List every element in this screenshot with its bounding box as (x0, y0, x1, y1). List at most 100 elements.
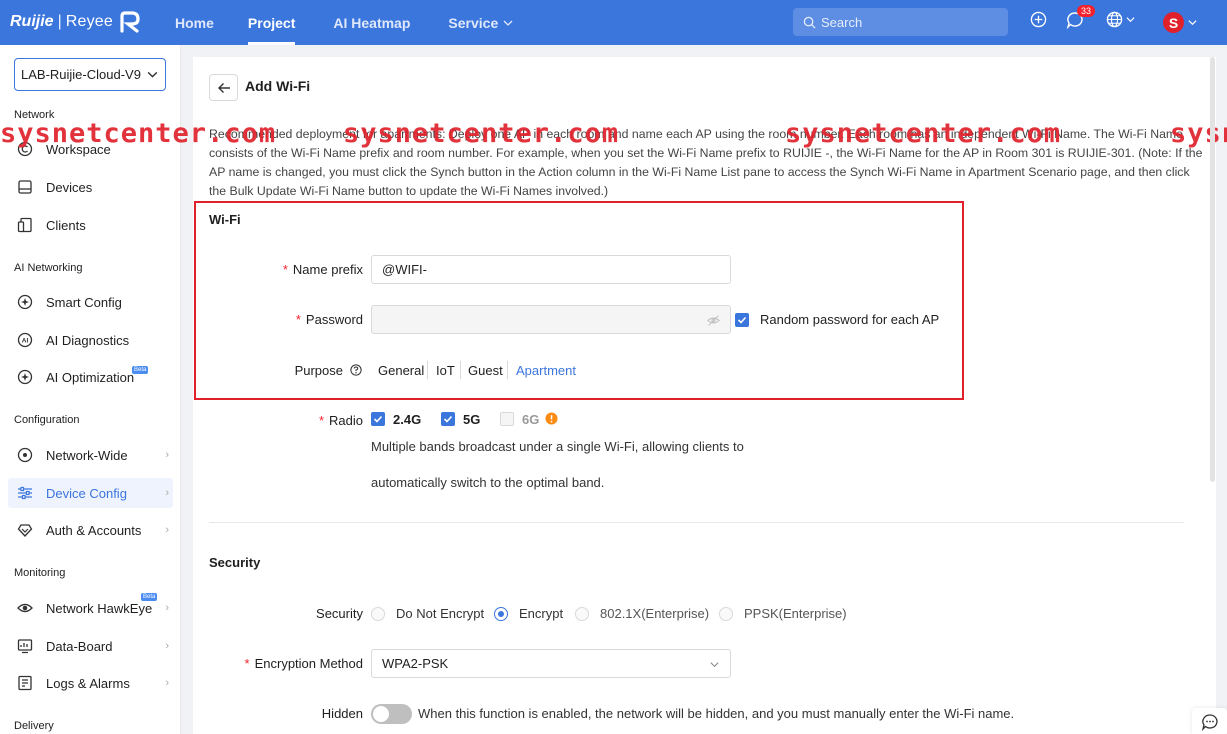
chat-support-icon (1201, 714, 1218, 731)
sidebar-item-auth-accounts[interactable]: Auth & Accounts › (8, 515, 173, 545)
nav-service-label: Service (448, 14, 499, 31)
sidebar-item-label: Devices (46, 179, 93, 195)
reyee-logo-icon (120, 11, 140, 33)
password-label: * Password (295, 312, 363, 327)
project-select[interactable]: LAB-Ruijie-Cloud-V9 (14, 58, 166, 91)
brand-logo[interactable]: Ruijie | Reyee (10, 10, 141, 34)
sidebar-item-network-hawkeye[interactable]: Network HawkEye Beta › (8, 593, 173, 623)
data-board-icon (16, 637, 34, 655)
sidebar-item-devices[interactable]: Devices (8, 172, 173, 202)
wifi-section-title: Wi-Fi (209, 212, 241, 227)
radio-24g-label: 2.4G (393, 412, 422, 427)
chevron-right-icon: › (165, 602, 169, 614)
chevron-right-icon: › (165, 677, 169, 689)
nav-project[interactable]: Project (231, 0, 312, 45)
name-prefix-input[interactable]: @WIFI- (371, 255, 731, 284)
ai-optimization-icon (16, 368, 34, 386)
page-description: Recommended deployment for apartments: D… (209, 127, 1203, 198)
radio-6g-label: 6G (522, 412, 540, 427)
security-8021x-radio[interactable] (575, 607, 589, 621)
main-content: Add Wi-Fi Recommended deployment for apa… (193, 57, 1216, 734)
info-warning-icon[interactable] (545, 412, 558, 425)
chat-support-button[interactable] (1192, 708, 1227, 734)
random-password-checkbox[interactable] (735, 313, 749, 327)
security-encrypt-radio[interactable] (494, 607, 508, 621)
password-input[interactable] (371, 305, 731, 334)
security-no-encrypt-radio[interactable] (371, 607, 385, 621)
chevron-down-icon (147, 71, 158, 78)
sidebar-item-clients[interactable]: Clients (8, 210, 173, 240)
nav-service[interactable]: Service (431, 0, 530, 45)
security-label: Security (316, 606, 363, 621)
sidebar-item-label: Device Config (46, 485, 127, 501)
sidebar-item-label: Network-Wide (46, 447, 128, 463)
chevron-down-icon[interactable] (1188, 18, 1197, 27)
sidebar-item-ai-diagnostics[interactable]: AI AI Diagnostics (8, 325, 173, 355)
beta-badge: Beta (132, 366, 149, 374)
add-circle-icon[interactable] (1030, 11, 1047, 28)
chevron-down-icon (1126, 17, 1135, 23)
sidebar-item-data-board[interactable]: Data-Board › (8, 631, 173, 661)
chevron-right-icon: › (165, 449, 169, 461)
purpose-option-iot[interactable]: IoT (436, 363, 455, 378)
user-avatar[interactable]: S (1163, 12, 1184, 33)
radio-5g-label: 5G (463, 412, 481, 427)
purpose-option-guest[interactable]: Guest (468, 363, 503, 378)
chevron-down-icon (503, 20, 513, 26)
purpose-option-general[interactable]: General (378, 363, 424, 378)
hidden-hint: When this function is enabled, the netwo… (418, 706, 1015, 721)
arrow-left-icon (217, 82, 230, 93)
nav-home[interactable]: Home (158, 0, 231, 45)
device-config-icon (16, 484, 34, 502)
sidebar-item-smart-config[interactable]: Smart Config (8, 287, 173, 317)
sidebar-item-label: Smart Config (46, 294, 122, 310)
encryption-method-value: WPA2-PSK (382, 656, 449, 671)
sidebar-item-label: Auth & Accounts (46, 522, 142, 538)
hidden-toggle[interactable] (371, 704, 412, 724)
brand-logo-text: Ruijie (10, 13, 54, 30)
beta-badge: Beta (141, 593, 158, 601)
brand-sub-text: Reyee (65, 13, 113, 30)
help-question-icon[interactable] (350, 364, 362, 376)
sidebar-item-network-wide[interactable]: Network-Wide › (8, 440, 173, 470)
hidden-label: Hidden (321, 706, 363, 721)
radio-hint-line-2: automatically switch to the optimal band… (371, 475, 605, 490)
sidebar-item-label: Logs & Alarms (46, 675, 130, 691)
radio-24g-checkbox[interactable] (371, 412, 385, 426)
radio-hint-line-1: Multiple bands broadcast under a single … (371, 439, 744, 454)
check-icon (373, 415, 383, 423)
project-select-value: LAB-Ruijie-Cloud-V9 (21, 67, 141, 82)
chevron-down-icon (710, 662, 719, 668)
back-button[interactable] (209, 74, 238, 101)
clients-icon (16, 216, 34, 234)
encryption-method-select[interactable]: WPA2-PSK (371, 649, 731, 678)
security-ppsk-label: PPSK(Enterprise) (744, 606, 847, 621)
section-network: Network (14, 109, 55, 121)
language-globe-icon[interactable] (1106, 11, 1135, 28)
radio-5g-checkbox[interactable] (441, 412, 455, 426)
purpose-label: Purpose (294, 363, 343, 378)
search-icon (803, 16, 816, 29)
sidebar-item-device-config[interactable]: Device Config › (8, 478, 173, 508)
security-ppsk-radio[interactable] (719, 607, 733, 621)
main-nav: Home Project AI Heatmap Service (158, 0, 530, 45)
security-no-encrypt-label: Do Not Encrypt (396, 606, 485, 621)
section-delivery: Delivery (14, 720, 54, 732)
purpose-option-apartment[interactable]: Apartment (516, 363, 576, 378)
hawkeye-icon (16, 599, 34, 617)
workspace-icon (16, 140, 34, 158)
sidebar-item-logs-alarms[interactable]: Logs & Alarms › (8, 668, 173, 698)
security-8021x-label: 802.1X(Enterprise) (600, 606, 710, 621)
main-scrollbar[interactable] (1210, 57, 1215, 482)
section-ai-networking: AI Networking (14, 262, 83, 274)
security-section-title: Security (209, 555, 261, 570)
nav-ai-heatmap[interactable]: AI Heatmap (316, 0, 427, 45)
devices-icon (16, 178, 34, 196)
sidebar-item-label: AI Optimization (46, 369, 135, 385)
sidebar-item-label: Clients (46, 217, 86, 233)
sidebar-item-workspace[interactable]: Workspace (8, 134, 173, 164)
sidebar-item-ai-optimization[interactable]: AI Optimization Beta (8, 362, 173, 392)
search-input[interactable]: Search (793, 8, 1008, 36)
eye-hidden-icon[interactable] (707, 314, 720, 327)
check-icon (737, 316, 747, 324)
